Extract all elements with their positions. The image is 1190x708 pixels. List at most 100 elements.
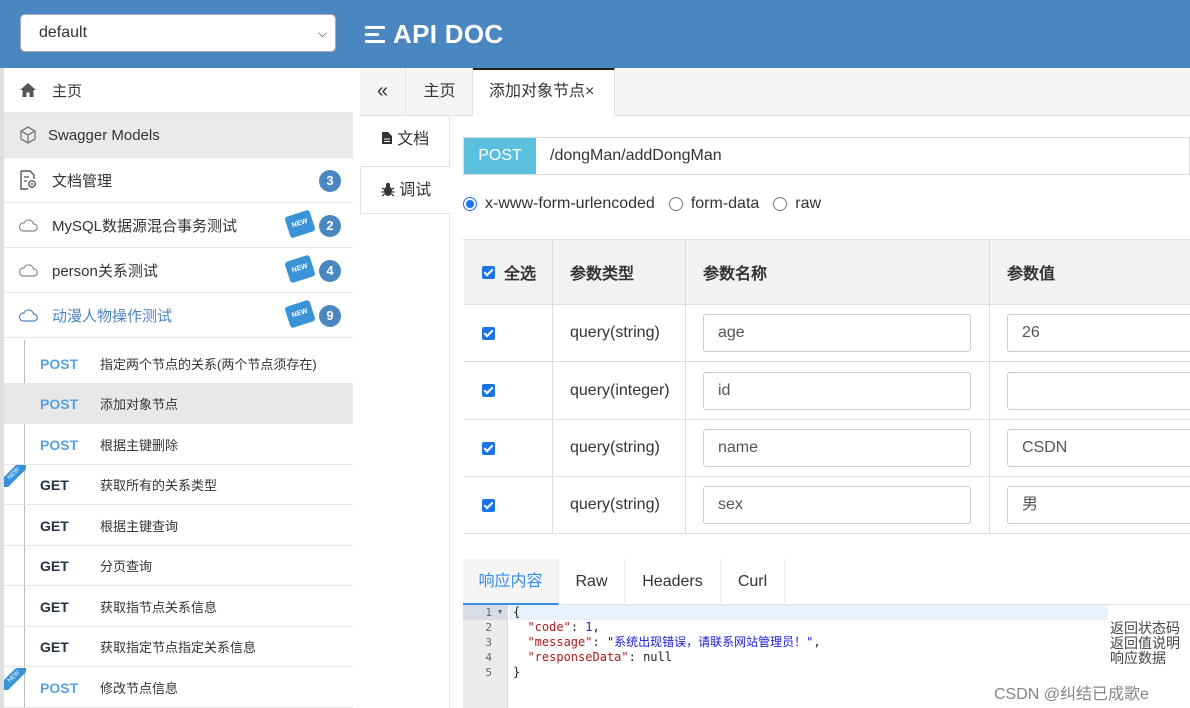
cube-icon	[18, 125, 38, 145]
line-number: 2	[485, 621, 492, 634]
fold-arrow-icon[interactable]: ▼	[498, 608, 502, 616]
api-label: 添加对象节点	[100, 397, 179, 412]
sidebar-item-doc-manage[interactable]: 文档管理 3	[4, 158, 353, 203]
param-name-input[interactable]: name	[703, 429, 971, 467]
new-badge: NEW	[284, 254, 316, 284]
tab-curl[interactable]: Curl	[721, 559, 785, 605]
radio-dot	[668, 197, 683, 211]
brand-title: API DOC	[393, 18, 504, 49]
checkbox-checked[interactable]	[482, 384, 495, 397]
tab-debug[interactable]: 调试	[360, 166, 451, 214]
api-label: 分页查询	[100, 559, 153, 574]
api-item[interactable]: POST 根据主键删除	[4, 425, 353, 465]
tab-home[interactable]: 主页	[407, 68, 473, 116]
param-name-input[interactable]: sex	[703, 486, 971, 524]
sidebar-item-mysql[interactable]: MySQL数据源混合事务测试 NEW 2	[4, 203, 353, 248]
new-badge: NEW	[284, 299, 316, 329]
api-item[interactable]: GET 分页查询	[4, 546, 353, 586]
sidebar: 主页 Swagger Models 文档管理 3 MySQL数据源混合事务测试 …	[0, 68, 353, 708]
param-name-input[interactable]: id	[703, 371, 971, 410]
param-row: query(integer) id	[464, 362, 1190, 420]
param-value-input[interactable]: 男	[1007, 486, 1190, 524]
param-name-cell: name	[686, 420, 990, 476]
menu-sliders-icon	[365, 25, 385, 43]
api-item[interactable]: NEW GET 获取所有的关系类型	[4, 465, 353, 505]
code-value: null	[643, 650, 672, 664]
api-label: 获取指节点关系信息	[100, 600, 218, 615]
param-value-cell	[990, 362, 1190, 419]
cloud-icon	[18, 305, 38, 325]
content-type-radios: x-www-form-urlencoded form-data raw	[463, 192, 835, 216]
code-brace: {	[513, 605, 521, 619]
tab-headers[interactable]: Headers	[625, 559, 721, 605]
sidebar-item-label: MySQL数据源混合事务测试	[52, 217, 238, 235]
new-corner-badge: NEW	[4, 668, 26, 690]
line-gutter: 1 2 3 4 5	[463, 605, 508, 708]
radio-form-data[interactable]: form-data	[668, 195, 759, 213]
api-label: 修改节点信息	[100, 681, 179, 696]
code-value: 1	[585, 620, 593, 634]
sidebar-item-label: 主页	[52, 82, 83, 100]
cloud-icon	[18, 260, 38, 280]
count-badge: 2	[319, 215, 341, 237]
code-key: "message"	[527, 635, 593, 649]
param-value-input[interactable]: 26	[1007, 314, 1190, 352]
code-key: "code"	[527, 620, 571, 634]
param-type: query(string)	[553, 420, 686, 476]
bug-icon	[381, 182, 399, 199]
param-value-input[interactable]: CSDN	[1007, 429, 1190, 467]
top-header: default ⌵ API DOC	[0, 0, 1190, 68]
param-value-input[interactable]	[1007, 371, 1190, 410]
collapse-tabs-button[interactable]: «	[360, 68, 406, 116]
brand: API DOC	[365, 18, 503, 50]
api-label: 获取指定节点指定关系信息	[100, 640, 257, 655]
code-line: "message": "系统出现错误，请联系网站管理员！",	[527, 635, 821, 649]
param-value-cell: CSDN	[990, 420, 1190, 476]
param-row: query(string) name CSDN	[464, 420, 1190, 477]
api-item[interactable]: POST 指定两个节点的关系(两个节点须存在)	[4, 344, 353, 384]
params-header-row: 全选 参数类型 参数名称 参数值	[464, 240, 1190, 305]
checkbox-checked[interactable]	[482, 498, 495, 512]
row-check-cell	[464, 305, 553, 361]
note-return-desc: 返回值说明	[1110, 635, 1180, 651]
tab-response-content[interactable]: 响应内容	[463, 559, 559, 605]
code-key: "responseData"	[527, 650, 629, 664]
sidebar-item-dongman[interactable]: 动漫人物操作测试 NEW 9	[4, 293, 353, 338]
checkbox-checked[interactable]	[482, 441, 495, 455]
api-label: 指定两个节点的关系(两个节点须存在)	[100, 357, 317, 372]
param-name-cell: sex	[686, 477, 990, 533]
sidebar-item-home[interactable]: 主页	[4, 68, 353, 113]
sidebar-item-person[interactable]: person关系测试 NEW 4	[4, 248, 353, 293]
method-label: GET	[40, 638, 69, 655]
doc-debug-tabs: 文档 调试	[360, 116, 451, 708]
line-number: 5	[485, 666, 492, 679]
sidebar-item-swagger-models[interactable]: Swagger Models	[4, 113, 353, 158]
api-item[interactable]: NEW POST 修改节点信息	[4, 668, 353, 708]
code-line: "code": 1,	[527, 620, 600, 634]
tab-raw[interactable]: Raw	[559, 559, 625, 605]
checkbox-checked[interactable]	[482, 265, 495, 279]
code-value: "系统出现错误，请联系网站管理员！"	[606, 635, 814, 649]
api-item-selected[interactable]: POST 添加对象节点	[4, 384, 353, 424]
radio-dot	[463, 197, 477, 211]
group-select[interactable]: default ⌵	[20, 14, 336, 52]
note-status-code: 返回状态码	[1110, 620, 1180, 636]
method-label: GET	[40, 517, 69, 534]
api-item[interactable]: GET 根据主键查询	[4, 506, 353, 546]
request-url[interactable]: /dongMan/addDongMan	[550, 138, 722, 174]
method-label: POST	[40, 436, 79, 453]
api-item[interactable]: GET 获取指定节点指定关系信息	[4, 627, 353, 667]
send-post-button[interactable]: POST	[464, 138, 536, 174]
line-number: 3	[485, 636, 492, 649]
radio-urlencoded[interactable]: x-www-form-urlencoded	[463, 195, 655, 213]
code-line: {	[509, 605, 1108, 620]
checkbox-checked[interactable]	[482, 326, 495, 340]
radio-raw[interactable]: raw	[773, 195, 821, 213]
select-all-cell[interactable]: 全选	[464, 240, 553, 304]
tab-add-node[interactable]: 添加对象节点×	[473, 68, 615, 116]
param-name-input[interactable]: age	[703, 314, 971, 352]
api-item[interactable]: GET 获取指节点关系信息	[4, 587, 353, 627]
tab-doc[interactable]: 文档	[360, 116, 450, 164]
row-check-cell	[464, 420, 553, 476]
watermark: CSDN @纠结已成歌e	[994, 686, 1149, 703]
